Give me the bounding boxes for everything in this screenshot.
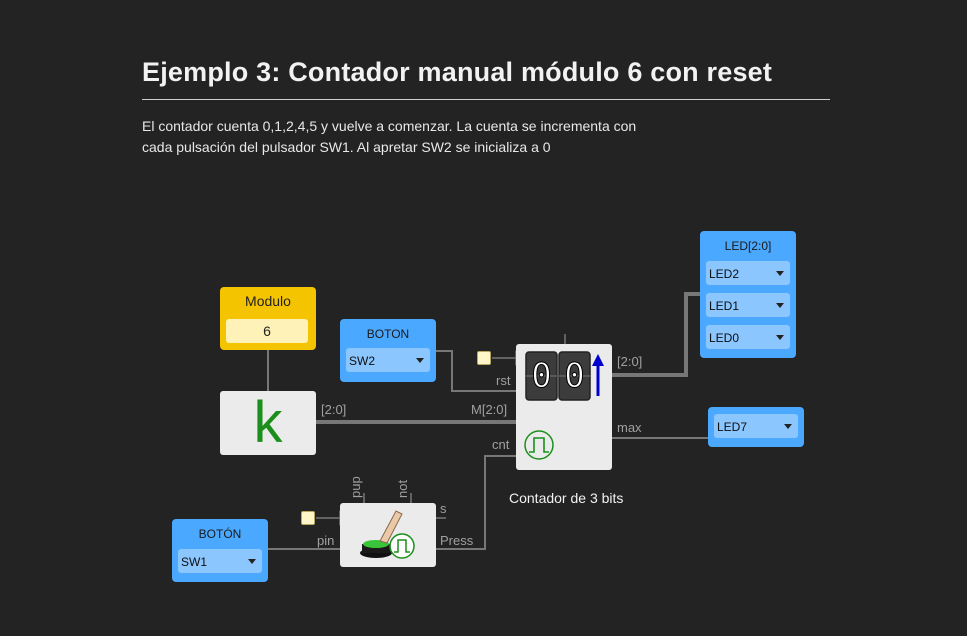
input-sw1-select[interactable]: SW1 <box>178 549 262 573</box>
pushbutton-block[interactable] <box>340 503 436 567</box>
led7-select[interactable]: LED7 <box>714 414 798 438</box>
chevron-down-icon <box>416 358 424 363</box>
output-led-bus-title: LED[2:0] <box>724 239 772 253</box>
led0-value: LED0 <box>709 331 740 345</box>
input-sw1[interactable]: BOTÓN SW1 <box>172 519 268 582</box>
chevron-down-icon <box>776 303 784 308</box>
input-sw1-value: SW1 <box>181 555 208 569</box>
led7-value: LED7 <box>717 420 748 434</box>
chevron-down-icon <box>776 271 784 276</box>
led2-select[interactable]: LED2 <box>706 261 790 285</box>
pulse-icon-circle <box>389 533 415 559</box>
led0-select[interactable]: LED0 <box>706 325 790 349</box>
port-m-label: M[2:0] <box>471 402 507 417</box>
pulse-icon-circle <box>524 430 554 460</box>
port-not-label: not <box>395 480 410 498</box>
input-sw2-value: SW2 <box>349 354 376 368</box>
port-out-label: [2:0] <box>617 354 642 369</box>
port-s-label: s <box>440 501 447 516</box>
chevron-down-icon <box>784 424 792 429</box>
chevron-down-icon <box>776 335 784 340</box>
output-led-bus[interactable]: LED[2:0] LED2 LED1 LED0 <box>700 231 796 358</box>
rst-init-square[interactable] <box>477 351 491 365</box>
port-rst-label: rst <box>496 373 511 388</box>
modulo-title: Modulo <box>245 293 291 309</box>
circuit-wires: [2:0] M[2:0] rst [2:0] max cnt Press pin… <box>267 292 708 550</box>
input-sw2[interactable]: BOTON SW2 <box>340 319 436 382</box>
led1-select[interactable]: LED1 <box>706 293 790 317</box>
led1-value: LED1 <box>709 299 740 313</box>
counter-digit-2: 0 <box>564 356 585 397</box>
output-led7[interactable]: LED7 <box>708 407 804 447</box>
modulo-value-input[interactable]: 6 <box>226 319 308 343</box>
pulse-icon-wave <box>529 437 549 453</box>
modulo-constant[interactable]: Modulo 6 <box>220 287 316 350</box>
constant-k-block[interactable]: k <box>220 390 316 455</box>
counter-block[interactable]: 0 0 <box>516 344 612 470</box>
input-sw2-select[interactable]: SW2 <box>346 348 430 372</box>
input-sw1-title: BOTÓN <box>198 527 242 541</box>
k-glyph: k <box>253 390 283 455</box>
counter-up-arrow-head <box>592 354 604 366</box>
led2-value: LED2 <box>709 267 740 281</box>
counter-caption: Contador de 3 bits <box>509 490 624 506</box>
button-init-square[interactable] <box>301 511 315 525</box>
port-max-label: max <box>617 420 642 435</box>
pushbutton-icon <box>360 510 415 559</box>
port-pup-label: pup <box>348 476 363 498</box>
port-cnt-label: cnt <box>492 437 510 452</box>
counter-digit-1: 0 <box>531 356 552 397</box>
k-bus-label: [2:0] <box>321 402 346 417</box>
input-sw2-title: BOTON <box>366 327 410 341</box>
port-press-label: Press <box>440 533 474 548</box>
chevron-down-icon <box>248 559 256 564</box>
port-pin-label: pin <box>317 533 334 548</box>
